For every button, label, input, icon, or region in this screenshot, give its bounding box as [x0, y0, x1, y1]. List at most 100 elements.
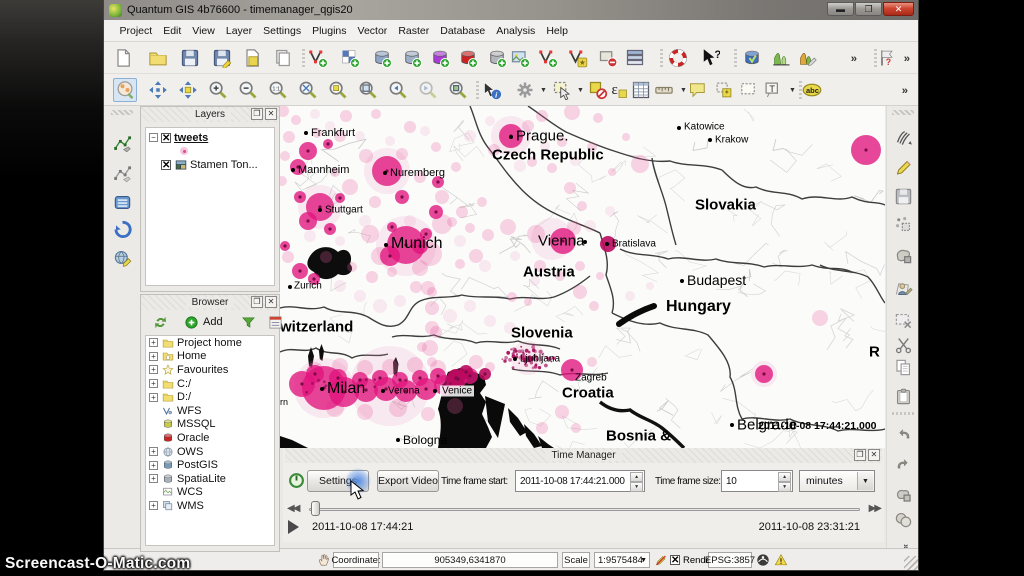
add-selection-button[interactable] — [184, 315, 199, 330]
collapse-all-button[interactable] — [268, 315, 283, 330]
touch-pan-button[interactable] — [113, 78, 137, 102]
db-manager-button[interactable] — [740, 46, 764, 70]
browser-item-label[interactable]: Favourites — [177, 364, 228, 376]
menu-project[interactable]: Project — [114, 22, 158, 40]
layer-item-stamen[interactable]: ✕ Stamen Ton... — [146, 158, 274, 172]
browser-item-postgis[interactable]: + PostGIS — [146, 458, 274, 472]
add-vector-layer-button[interactable] — [306, 46, 330, 70]
merge-features-tool-button[interactable] — [891, 507, 915, 531]
scale-combo[interactable]: 1:9575484▼ — [594, 552, 650, 568]
add-button-label[interactable]: Add — [203, 316, 223, 328]
add-postgis-layer-button[interactable] — [370, 46, 394, 70]
refresh-browser-button[interactable] — [153, 315, 168, 330]
redo-tool-button[interactable] — [891, 452, 915, 476]
crs-icon[interactable] — [754, 552, 772, 568]
simplify-feature-tool-button[interactable] — [891, 482, 915, 506]
layer-checkbox[interactable]: ✕ — [161, 160, 171, 170]
frame-size-spinner[interactable]: ▲▼ — [778, 472, 791, 490]
remove-layer-button[interactable] — [596, 46, 620, 70]
cut-features-tool-button[interactable] — [891, 332, 915, 356]
expand-icon[interactable]: + — [149, 501, 158, 510]
browser-item-c-[interactable]: +C:/ — [146, 377, 274, 391]
add-wms-layer-button[interactable] — [508, 46, 532, 70]
layers-close-button[interactable]: ✕ — [265, 108, 277, 120]
map-canvas[interactable]: FrankfurtMannheimNurembergPrague.Czech R… — [280, 106, 885, 448]
browser-item-label[interactable]: PostGIS — [177, 459, 218, 471]
expand-icon[interactable]: + — [149, 393, 158, 402]
open-attribute-table-button[interactable] — [629, 78, 653, 102]
sketch-tool-button[interactable] — [891, 125, 915, 149]
step-back-button[interactable]: ◀◀ — [287, 503, 298, 514]
minimize-button[interactable]: ▬ — [827, 2, 854, 16]
filter-browser-button[interactable] — [241, 315, 256, 330]
move-feature-tool-button[interactable] — [891, 243, 915, 267]
menu-raster[interactable]: Raster — [393, 22, 435, 40]
browser-item-wcs[interactable]: WCS — [146, 486, 274, 500]
browser-item-spatialite[interactable]: +SpatiaLite — [146, 472, 274, 486]
log-messages-icon[interactable] — [772, 552, 790, 568]
delete-selected-tool-button[interactable] — [891, 308, 915, 332]
menu-vector[interactable]: Vector — [352, 22, 393, 40]
add-oracle-layer-button[interactable] — [456, 46, 480, 70]
browser-item-wfs[interactable]: WFS — [146, 404, 274, 418]
zoom-full-button[interactable] — [296, 78, 320, 102]
menu-view[interactable]: View — [187, 22, 221, 40]
layer-panel-tool-button[interactable] — [110, 190, 134, 214]
maximize-button[interactable]: ❐ — [855, 2, 882, 16]
zoom-to-layer-button[interactable] — [356, 78, 380, 102]
frame-start-spinner[interactable]: ▲▼ — [630, 472, 643, 490]
tm-float-button[interactable]: ❐ — [854, 449, 866, 461]
browser-item-d-[interactable]: + D:/ — [146, 390, 274, 404]
refresh-tool-button[interactable] — [110, 217, 134, 241]
refresh-map-button[interactable] — [446, 78, 470, 102]
layer-panel-button[interactable] — [623, 46, 647, 70]
zoom-native-button[interactable]: 1:1 — [266, 78, 290, 102]
coordinate-input[interactable]: 905349,6341870 — [382, 552, 558, 568]
labeling-button[interactable]: abc — [800, 78, 824, 102]
expand-icon[interactable]: + — [149, 379, 158, 388]
show-statistics-button[interactable]: ε — [607, 78, 631, 102]
add-wfs-layer-button[interactable] — [536, 46, 560, 70]
map-settings-button[interactable] — [513, 78, 537, 102]
browser-item-label[interactable]: Project home — [177, 337, 242, 349]
add-sqlanywhere-layer-button[interactable] — [485, 46, 509, 70]
layer-label[interactable]: Stamen Ton... — [190, 159, 258, 171]
map-tips-button[interactable] — [686, 78, 710, 102]
save-edits-tool-button[interactable] — [891, 184, 915, 208]
browser-item-label[interactable]: WMS — [177, 500, 204, 512]
browser-item-label[interactable]: WFS — [177, 405, 201, 417]
more-tools-3-button[interactable]: » — [896, 78, 920, 102]
menu-analysis[interactable]: Analysis — [491, 22, 541, 40]
collapse-icon[interactable]: − — [149, 133, 158, 142]
browser-item-favourites[interactable]: +Favourites — [146, 363, 274, 377]
zoom-to-selection-button[interactable] — [326, 78, 350, 102]
browser-item-project-home[interactable]: +Project home — [146, 336, 274, 350]
browser-item-wms[interactable]: + WMS — [146, 499, 274, 513]
expand-icon[interactable]: + — [149, 461, 158, 470]
add-spatialite-layer-button[interactable] — [400, 46, 424, 70]
browser-float-button[interactable]: ❐ — [251, 296, 263, 308]
whats-this-button[interactable]: ? — [698, 46, 722, 70]
tracking-icon[interactable] — [315, 552, 333, 568]
expand-icon[interactable]: + — [149, 447, 158, 456]
browser-item-label[interactable]: D:/ — [177, 391, 191, 403]
browser-item-ows[interactable]: +OWS — [146, 445, 274, 459]
advanced-digitize-tools-button[interactable] — [110, 161, 134, 185]
tm-close-button[interactable]: ✕ — [868, 449, 880, 461]
pan-to-selection-button[interactable] — [176, 78, 200, 102]
browser-close-button[interactable]: ✕ — [265, 296, 277, 308]
copy-features-tool-button[interactable] — [891, 355, 915, 379]
save-project-as-button[interactable] — [210, 46, 234, 70]
browser-item-label[interactable]: Oracle — [177, 432, 209, 444]
more-tools-2-button[interactable]: » — [898, 46, 922, 70]
browser-item-label[interactable]: MSSQL — [177, 418, 216, 430]
step-forward-button[interactable]: ▶▶ — [869, 503, 880, 514]
measure-line-button[interactable] — [652, 78, 676, 102]
draw-tool-button[interactable] — [891, 155, 915, 179]
annotation-tool-button[interactable] — [110, 245, 134, 269]
new-bookmark-button[interactable] — [712, 78, 736, 102]
epsg-button[interactable]: EPSG:3857 — [708, 552, 752, 568]
browser-item-mssql[interactable]: MSSQL — [146, 418, 274, 432]
pan-map-button[interactable] — [146, 78, 170, 102]
menu-edit[interactable]: Edit — [158, 22, 187, 40]
